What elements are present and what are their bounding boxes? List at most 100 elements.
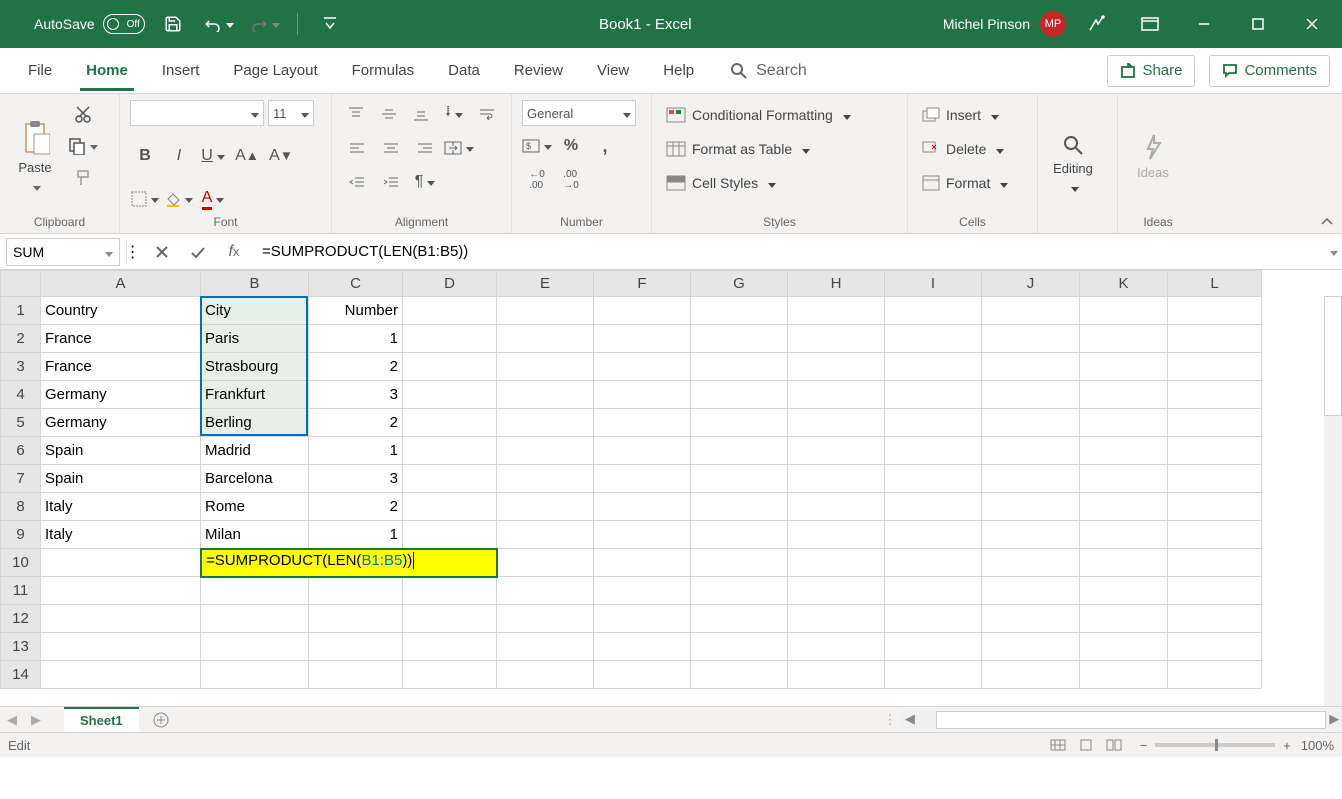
tab-help[interactable]: Help (647, 49, 710, 93)
cell-K1[interactable] (1080, 297, 1168, 325)
cell-J5[interactable] (982, 409, 1080, 437)
expand-formula-bar-button[interactable] (1322, 238, 1342, 266)
cell-I6[interactable] (885, 437, 982, 465)
cell-D1[interactable] (403, 297, 497, 325)
cell-K13[interactable] (1080, 633, 1168, 661)
cell-D11[interactable] (403, 577, 497, 605)
editing-button[interactable]: Editing (1048, 100, 1098, 227)
undo-button[interactable] (201, 6, 237, 42)
cell-D4[interactable] (403, 381, 497, 409)
col-header-B[interactable]: B (201, 271, 309, 297)
cell-I11[interactable] (885, 577, 982, 605)
cell-D12[interactable] (403, 605, 497, 633)
cell-C9[interactable]: 1 (309, 521, 403, 549)
row-header-12[interactable]: 12 (1, 605, 41, 633)
cell-K4[interactable] (1080, 381, 1168, 409)
cell-J13[interactable] (982, 633, 1080, 661)
cell-F3[interactable] (594, 353, 691, 381)
cell-F2[interactable] (594, 325, 691, 353)
cell-H11[interactable] (788, 577, 885, 605)
cell-C2[interactable]: 1 (309, 325, 403, 353)
cell-E14[interactable] (497, 661, 594, 689)
cell-I10[interactable] (885, 549, 982, 577)
worksheet-grid[interactable]: ABCDEFGHIJKL1CountryCityNumber2FrancePar… (0, 270, 1342, 706)
cell-E3[interactable] (497, 353, 594, 381)
tab-page-layout[interactable]: Page Layout (217, 49, 333, 93)
cell-C13[interactable] (309, 633, 403, 661)
borders-button[interactable] (130, 185, 160, 213)
cell-G4[interactable] (691, 381, 788, 409)
insert-function-button[interactable]: fx (216, 238, 252, 266)
underline-button[interactable]: U (198, 142, 228, 170)
cell-H10[interactable] (788, 549, 885, 577)
cell-J14[interactable] (982, 661, 1080, 689)
redo-button[interactable] (247, 6, 283, 42)
cell-L11[interactable] (1168, 577, 1262, 605)
bold-button[interactable]: B (130, 142, 160, 170)
cancel-formula-button[interactable] (144, 238, 180, 266)
autosave-toggle[interactable]: AutoSave Off (34, 14, 145, 34)
number-format-combo[interactable]: General (522, 100, 636, 126)
wrap-text-button[interactable] (472, 100, 501, 128)
cell-J11[interactable] (982, 577, 1080, 605)
qat-customize-button[interactable] (312, 6, 348, 42)
cell-K11[interactable] (1080, 577, 1168, 605)
col-header-C[interactable]: C (309, 271, 403, 297)
cell-F8[interactable] (594, 493, 691, 521)
cell-D7[interactable] (403, 465, 497, 493)
cell-F13[interactable] (594, 633, 691, 661)
cell-H5[interactable] (788, 409, 885, 437)
cell-I5[interactable] (885, 409, 982, 437)
cell-H4[interactable] (788, 381, 885, 409)
cell-K5[interactable] (1080, 409, 1168, 437)
cell-L12[interactable] (1168, 605, 1262, 633)
cell-F11[interactable] (594, 577, 691, 605)
cell-J8[interactable] (982, 493, 1080, 521)
row-header-6[interactable]: 6 (1, 437, 41, 465)
cell-I2[interactable] (885, 325, 982, 353)
format-cells-button[interactable]: Format (918, 168, 1027, 198)
col-header-K[interactable]: K (1080, 271, 1168, 297)
cell-C5[interactable]: 2 (309, 409, 403, 437)
decrease-indent-button[interactable] (342, 168, 372, 196)
cell-L7[interactable] (1168, 465, 1262, 493)
cell-I13[interactable] (885, 633, 982, 661)
name-box[interactable]: SUM (6, 238, 120, 266)
row-header-8[interactable]: 8 (1, 493, 41, 521)
cell-H12[interactable] (788, 605, 885, 633)
col-header-J[interactable]: J (982, 271, 1080, 297)
cell-K7[interactable] (1080, 465, 1168, 493)
comments-button[interactable]: Comments (1209, 55, 1330, 87)
fill-color-button[interactable] (164, 185, 194, 213)
cell-H1[interactable] (788, 297, 885, 325)
sheet-nav-prev[interactable]: ◀ (0, 708, 24, 732)
col-header-A[interactable]: A (41, 271, 201, 297)
cell-C4[interactable]: 3 (309, 381, 403, 409)
simplify-ribbon-button[interactable] (1072, 0, 1120, 48)
cell-E10[interactable] (497, 549, 594, 577)
vertical-scrollbar[interactable] (1324, 296, 1342, 706)
cell-F12[interactable] (594, 605, 691, 633)
col-header-E[interactable]: E (497, 271, 594, 297)
format-as-table-button[interactable]: Format as Table (662, 134, 897, 164)
align-middle-button[interactable] (375, 100, 404, 128)
cell-I7[interactable] (885, 465, 982, 493)
tab-data[interactable]: Data (432, 49, 496, 93)
sheet-tab-sheet1[interactable]: Sheet1 (64, 707, 139, 732)
cell-K14[interactable] (1080, 661, 1168, 689)
cell-G12[interactable] (691, 605, 788, 633)
cell-G7[interactable] (691, 465, 788, 493)
ideas-button[interactable]: Ideas (1128, 100, 1178, 213)
cell-L10[interactable] (1168, 549, 1262, 577)
cell-B13[interactable] (201, 633, 309, 661)
row-header-3[interactable]: 3 (1, 353, 41, 381)
ribbon-display-button[interactable] (1126, 0, 1174, 48)
cell-E9[interactable] (497, 521, 594, 549)
insert-cells-button[interactable]: Insert (918, 100, 1027, 130)
cell-K2[interactable] (1080, 325, 1168, 353)
cell-L2[interactable] (1168, 325, 1262, 353)
row-header-4[interactable]: 4 (1, 381, 41, 409)
increase-indent-button[interactable] (376, 168, 406, 196)
row-header-5[interactable]: 5 (1, 409, 41, 437)
cell-A6[interactable]: Spain (41, 437, 201, 465)
